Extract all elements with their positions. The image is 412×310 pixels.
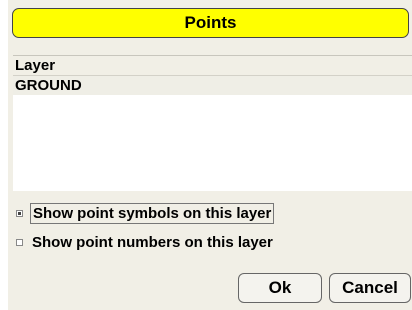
cancel-button[interactable]: Cancel (329, 273, 411, 303)
show-point-symbols-checkbox[interactable] (16, 210, 23, 217)
show-point-numbers-checkbox[interactable] (16, 239, 23, 246)
dialog-title: Points (184, 13, 237, 32)
show-point-numbers-option[interactable]: Show point numbers on this layer (16, 233, 275, 252)
layer-list[interactable]: Layer GROUND (13, 55, 412, 191)
show-point-symbols-option[interactable]: Show point symbols on this layer (16, 203, 275, 224)
show-point-symbols-label[interactable]: Show point symbols on this layer (30, 203, 275, 224)
points-dialog: Points Layer GROUND Show point symbols o… (8, 0, 412, 310)
show-point-numbers-label[interactable]: Show point numbers on this layer (30, 233, 275, 252)
list-header-layer[interactable]: Layer (13, 56, 412, 76)
list-item-ground[interactable]: GROUND (13, 76, 412, 95)
dialog-title-bar: Points (12, 8, 409, 38)
ok-button[interactable]: Ok (238, 273, 322, 303)
